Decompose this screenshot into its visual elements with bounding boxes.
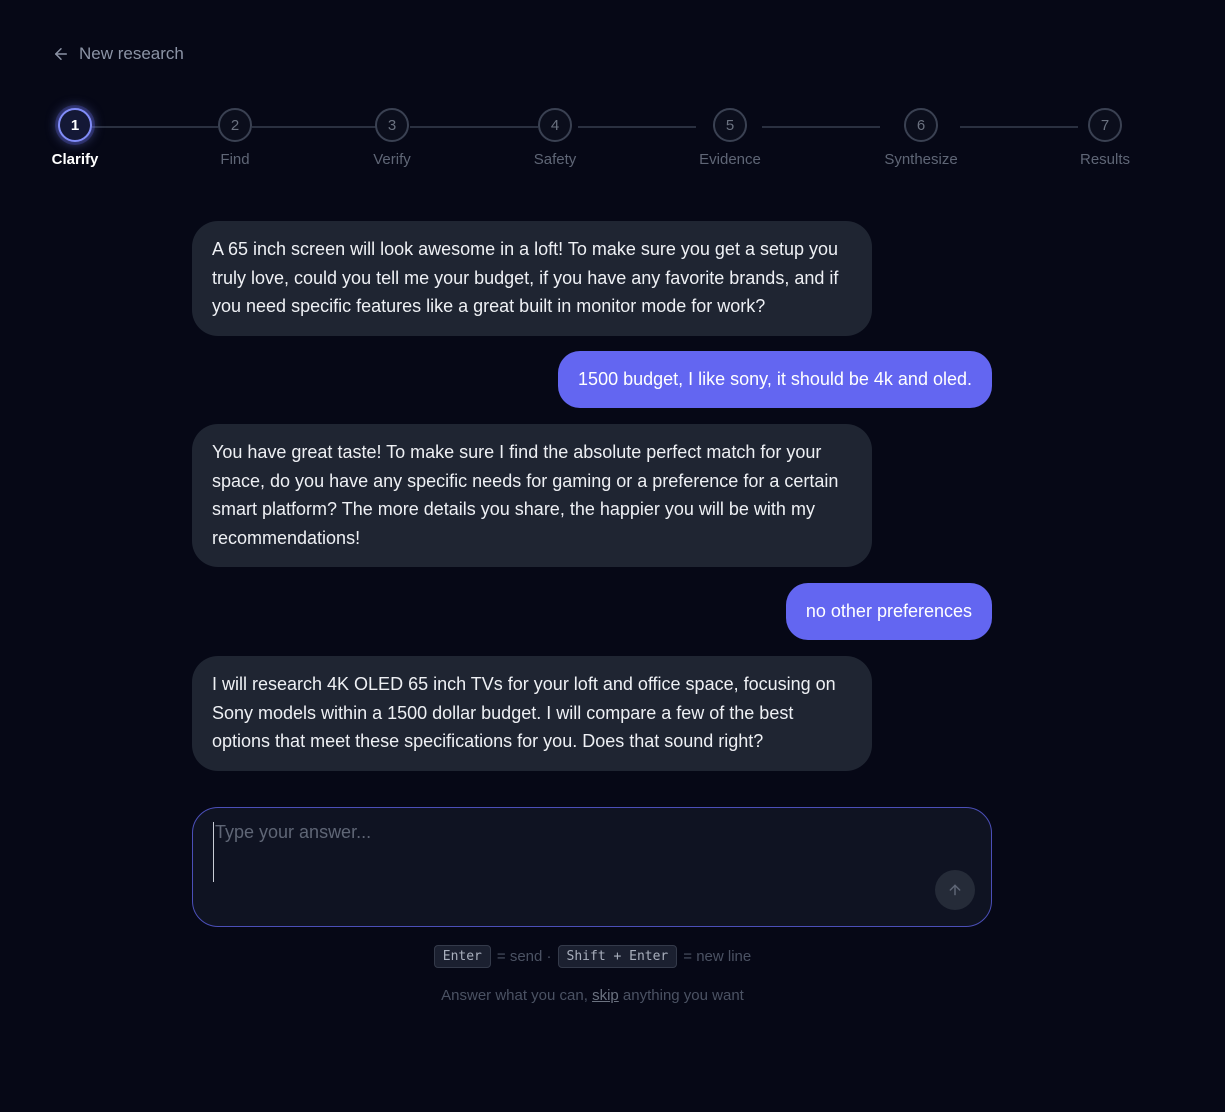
step-number: 3 — [375, 108, 409, 142]
step-number: 5 — [713, 108, 747, 142]
answer-composer — [192, 807, 992, 927]
step-find: 2 Find — [165, 108, 305, 168]
step-number: 6 — [904, 108, 938, 142]
step-label: Verify — [373, 151, 411, 168]
enter-key-badge: Enter — [433, 945, 491, 968]
user-message: no other preferences — [785, 583, 992, 640]
assistant-message: A 65 inch screen will look awesome in a … — [192, 221, 872, 336]
step-evidence: 5 Evidence — [660, 108, 800, 168]
step-number: 4 — [538, 108, 572, 142]
answer-footnote: Answer what you can, skip anything you w… — [0, 987, 1185, 1004]
assistant-message: You have great taste! To make sure I fin… — [192, 424, 872, 567]
step-label: Find — [220, 151, 250, 168]
step-number: 2 — [218, 108, 252, 142]
newline-hint-text: = new line — [683, 948, 752, 965]
shift-enter-key-badge: Shift + Enter — [557, 945, 678, 968]
arrow-up-icon — [949, 884, 961, 896]
skip-link[interactable]: skip — [592, 987, 619, 1004]
step-label: Evidence — [699, 151, 761, 168]
footnote-text-after: anything you want — [618, 987, 744, 1004]
progress-stepper: 1 Clarify 2 Find 3 Verify 4 Safety 5 Evi… — [0, 0, 1225, 180]
keyboard-hints: Enter = send · Shift + Enter = new line — [0, 945, 1185, 968]
step-label: Safety — [533, 151, 577, 168]
step-clarify: 1 Clarify — [5, 108, 145, 168]
footnote-text-before: Answer what you can, — [441, 987, 593, 1004]
step-label: Synthesize — [884, 151, 958, 168]
step-number: 1 — [58, 108, 92, 142]
user-message: 1500 budget, I like sony, it should be 4… — [558, 351, 992, 408]
step-results: 7 Results — [1035, 108, 1175, 168]
step-number: 7 — [1088, 108, 1122, 142]
send-hint-text: = send · — [496, 948, 552, 965]
answer-input[interactable] — [213, 822, 913, 882]
research-page: New research 1 Clarify 2 Find 3 Verify 4… — [0, 0, 1225, 1112]
step-label: Results — [1079, 151, 1131, 168]
step-safety: 4 Safety — [485, 108, 625, 168]
assistant-message: I will research 4K OLED 65 inch TVs for … — [192, 656, 872, 771]
step-synthesize: 6 Synthesize — [851, 108, 991, 168]
send-button[interactable] — [935, 870, 975, 910]
step-verify: 3 Verify — [322, 108, 462, 168]
step-label: Clarify — [51, 151, 99, 168]
